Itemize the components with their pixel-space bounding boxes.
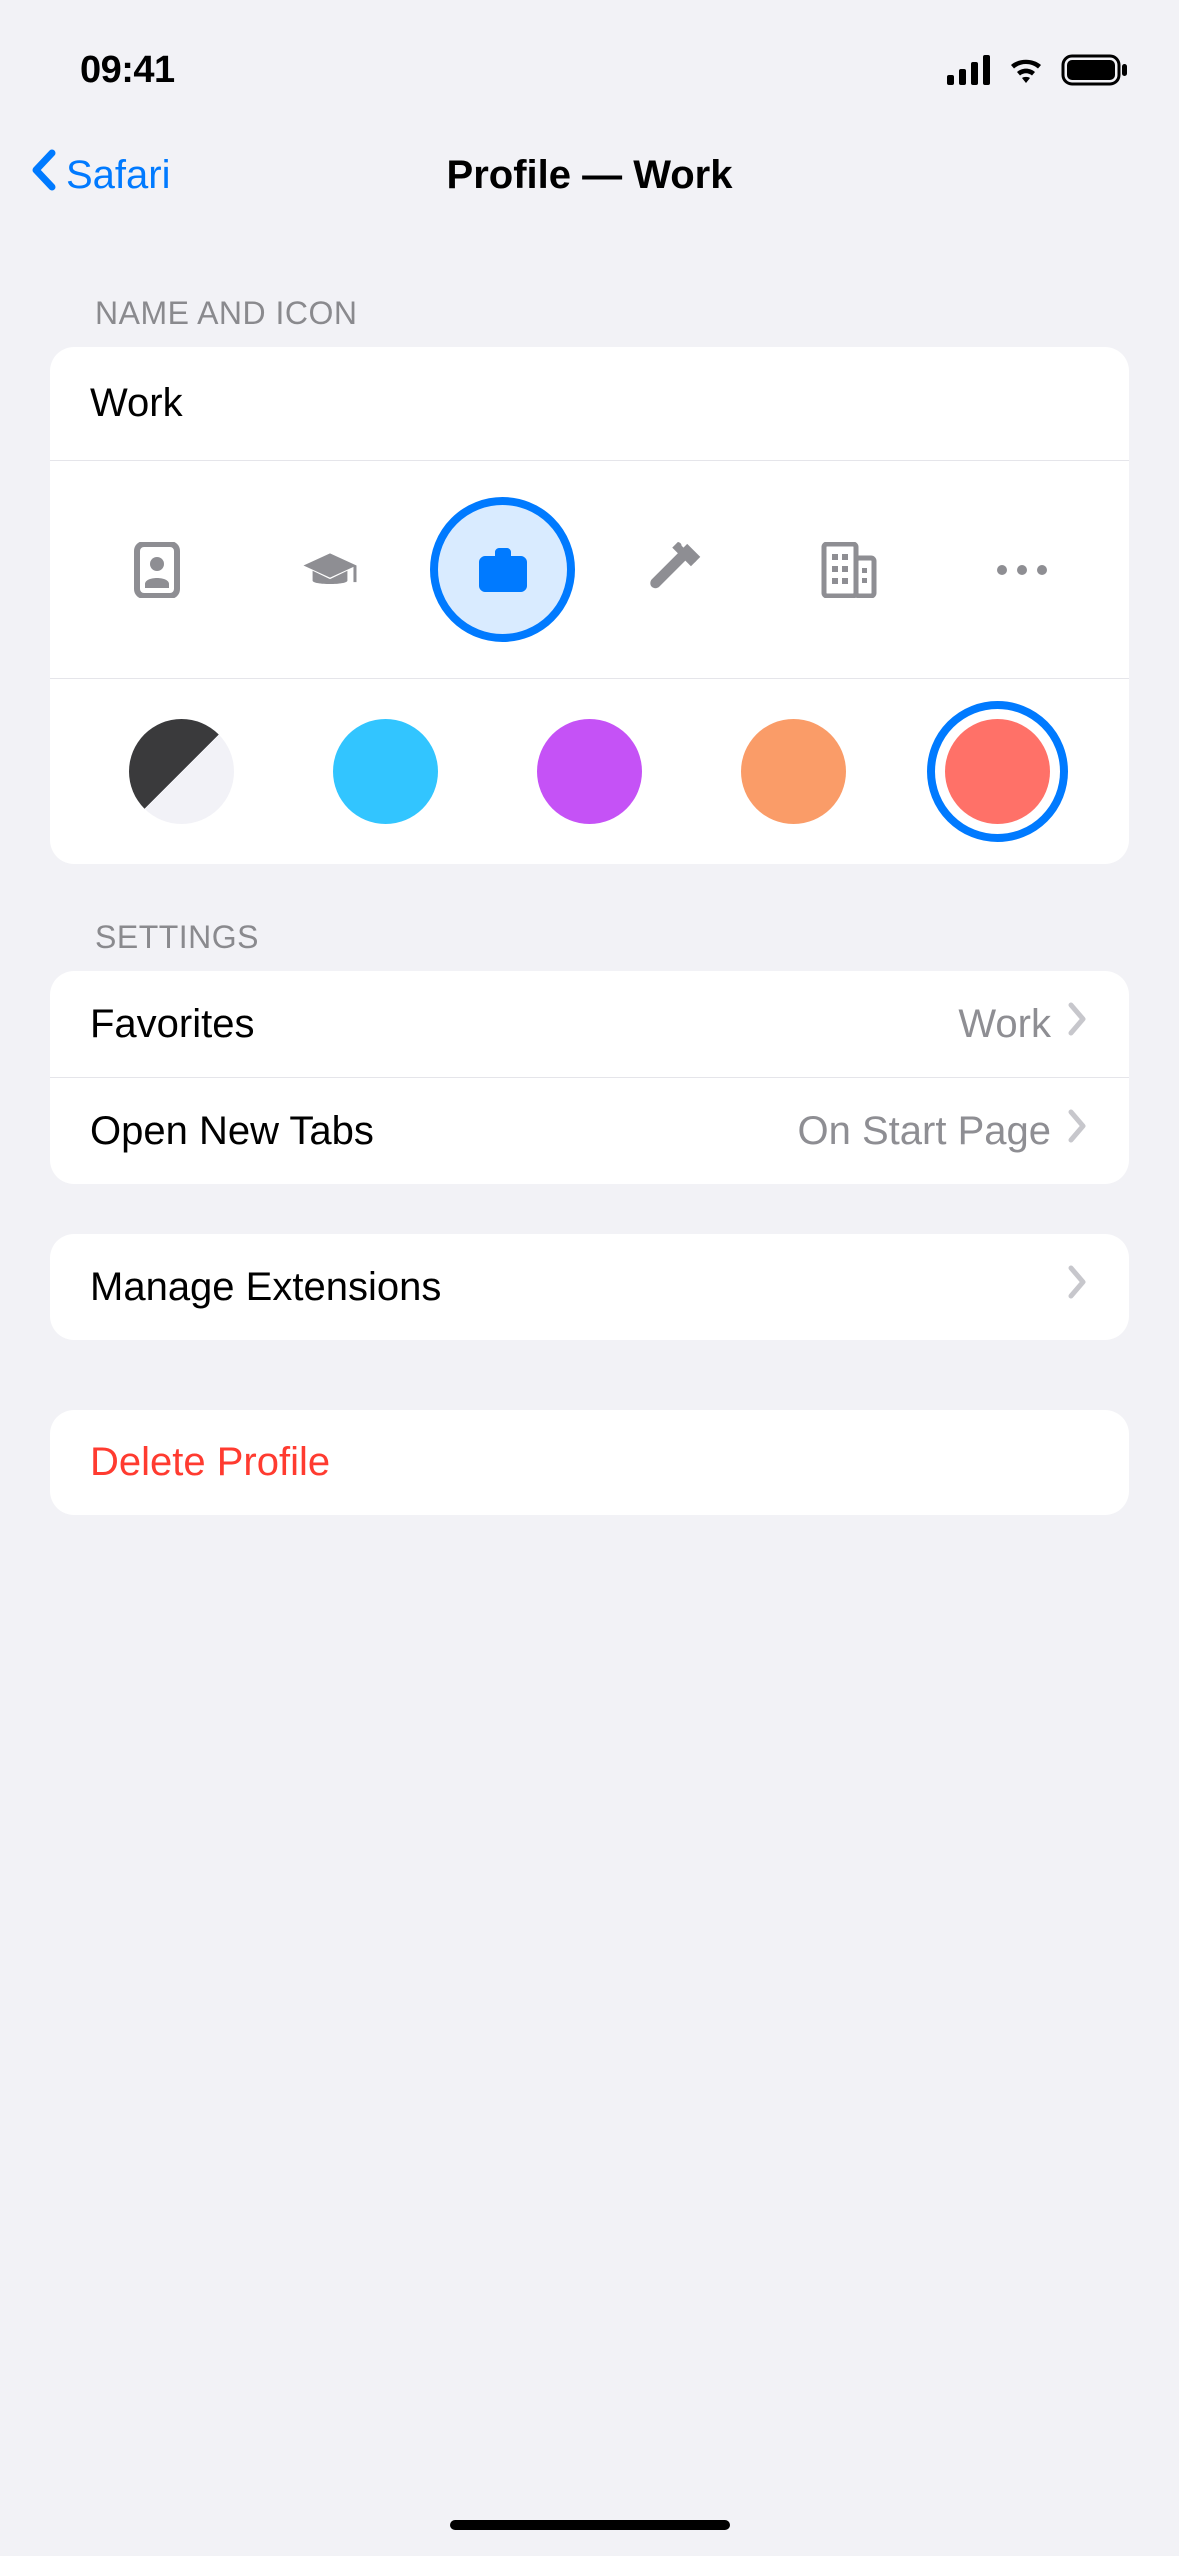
back-button[interactable]: Safari [30,149,171,201]
home-indicator[interactable] [450,2520,730,2530]
cellular-signal-icon [947,55,991,85]
page-title: Profile — Work [447,153,733,198]
icon-picker-row [50,461,1129,679]
navigation-bar: Safari Profile — Work [0,110,1179,240]
profile-name-row[interactable] [50,347,1129,461]
status-time: 09:41 [80,49,175,92]
open-new-tabs-label: Open New Tabs [90,1109,798,1154]
graduation-cap-icon[interactable] [257,497,402,642]
battery-icon [1061,54,1129,86]
wifi-icon [1005,55,1047,85]
section-header-name-icon: NAME AND ICON [0,240,1179,347]
favorites-row[interactable]: Favorites Work [50,971,1129,1077]
settings-card: Favorites Work Open New Tabs On Start Pa… [50,971,1129,1184]
color-option-black-white[interactable] [129,719,234,824]
favorites-value: Work [958,1002,1051,1047]
color-picker-row [50,679,1129,864]
chevron-right-icon [1067,1108,1089,1154]
color-option-purple[interactable] [537,719,642,824]
color-option-sky-blue[interactable] [333,719,438,824]
delete-profile-button[interactable]: Delete Profile [50,1410,1129,1515]
manage-extensions-label: Manage Extensions [90,1265,1067,1310]
extensions-card: Manage Extensions [50,1234,1129,1340]
chevron-left-icon [30,149,60,201]
open-new-tabs-row[interactable]: Open New Tabs On Start Page [50,1077,1129,1184]
color-option-coral[interactable] [945,719,1050,824]
delete-card: Delete Profile [50,1410,1129,1515]
back-label: Safari [66,153,171,198]
chevron-right-icon [1067,1001,1089,1047]
manage-extensions-row[interactable]: Manage Extensions [50,1234,1129,1340]
building-icon[interactable] [777,497,922,642]
favorites-label: Favorites [90,1002,958,1047]
briefcase-icon[interactable] [430,497,575,642]
delete-profile-label: Delete Profile [90,1440,330,1485]
section-header-settings: SETTINGS [0,864,1179,971]
hammer-icon[interactable] [604,497,749,642]
name-icon-card [50,347,1129,864]
status-bar: 09:41 [0,0,1179,110]
more-icons-button[interactable] [950,497,1095,642]
chevron-right-icon [1067,1264,1089,1310]
person-badge-icon[interactable] [84,497,229,642]
status-icons [947,54,1129,86]
color-option-orange[interactable] [741,719,846,824]
open-new-tabs-value: On Start Page [798,1109,1051,1154]
profile-name-input[interactable] [90,381,1089,426]
